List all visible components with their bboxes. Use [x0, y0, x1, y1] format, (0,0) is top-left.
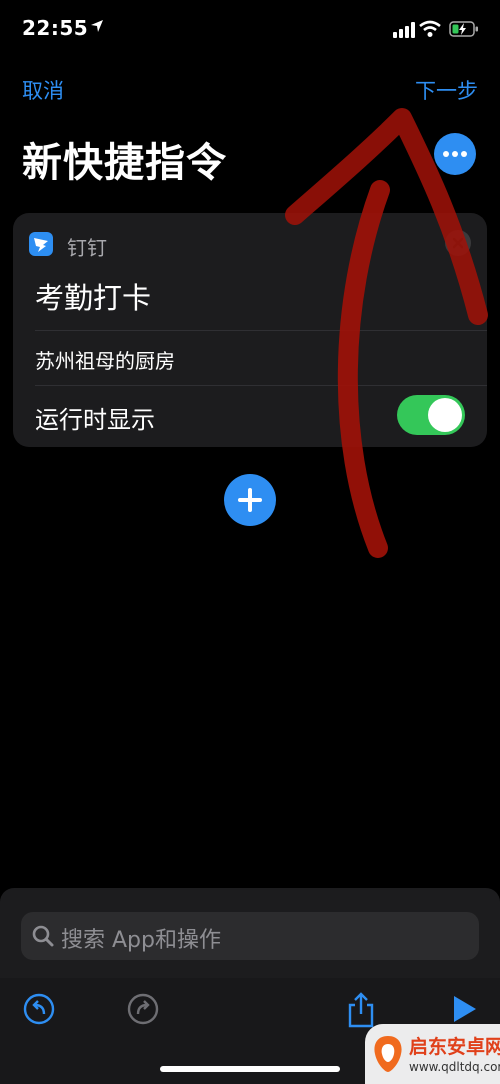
- more-dots-icon: [443, 151, 449, 157]
- cancel-button[interactable]: 取消: [22, 75, 64, 105]
- more-options-button[interactable]: [434, 133, 476, 175]
- dingtalk-app-icon: [29, 232, 53, 256]
- watermark: 启东安卓网 www.qdltdq.com: [365, 1024, 500, 1084]
- toggle-knob: [428, 398, 462, 432]
- action-card: 钉钉 考勤打卡 苏州祖母的厨房 运行时显示: [13, 213, 487, 447]
- add-action-button[interactable]: [224, 474, 276, 526]
- search-placeholder: 搜索 App和操作: [61, 928, 221, 953]
- watermark-name: 启东安卓网: [409, 1036, 500, 1058]
- battery-charging-icon: [449, 21, 478, 37]
- watermark-url: www.qdltdq.com: [409, 1060, 500, 1074]
- next-button[interactable]: 下一步: [415, 75, 478, 105]
- close-icon: [452, 237, 464, 249]
- search-field[interactable]: 搜索 App和操作: [21, 912, 479, 960]
- home-indicator: [160, 1066, 340, 1072]
- show-when-run-toggle[interactable]: [397, 395, 465, 435]
- remove-action-button[interactable]: [445, 230, 471, 256]
- location-arrow-icon: [91, 20, 103, 32]
- divider: [35, 385, 487, 386]
- search-icon: [32, 925, 54, 947]
- cellular-signal-icon: [393, 22, 415, 38]
- parameter-field[interactable]: 苏州祖母的厨房: [35, 345, 175, 374]
- undo-icon[interactable]: [22, 992, 56, 1026]
- action-title: 考勤打卡: [35, 281, 152, 315]
- redo-icon[interactable]: [126, 992, 160, 1026]
- page-title: 新快捷指令: [22, 140, 227, 186]
- watermark-logo-icon: [374, 1036, 402, 1072]
- share-icon[interactable]: [344, 992, 378, 1028]
- divider: [35, 330, 487, 331]
- show-when-run-label: 运行时显示: [35, 406, 155, 434]
- status-time: 22:55: [22, 16, 89, 40]
- wifi-icon: [419, 20, 441, 37]
- play-icon[interactable]: [448, 992, 480, 1026]
- app-name: 钉钉: [67, 236, 107, 260]
- status-bar: 22:55: [0, 0, 500, 60]
